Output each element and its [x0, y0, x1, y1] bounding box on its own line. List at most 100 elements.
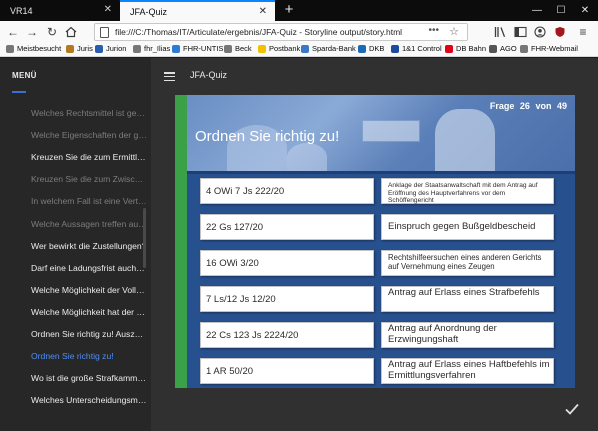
green-accent-bar [175, 95, 187, 388]
menu-item[interactable]: Kreuzen Sie die zum Zwischenver... [0, 169, 151, 191]
bookmark-item[interactable]: Beck [224, 44, 252, 53]
maximize-button[interactable]: ☐ [550, 0, 572, 21]
bookmark-item[interactable]: AGO [489, 44, 517, 53]
menu-item[interactable]: In welchem Fall ist eine Vertretun... [0, 191, 151, 213]
menu-item-label: Ordnen Sie richtig zu! Auszüge au... [31, 329, 147, 339]
dkb-icon [358, 44, 366, 53]
menu-item[interactable]: Ordnen Sie richtig zu! Auszüge au... [0, 324, 151, 346]
menu-item[interactable]: Welche Eigenschaften der großen... [0, 125, 151, 147]
mail-icon [520, 44, 528, 53]
card-label: Antrag auf Anordnung der Erzwingungshaft [388, 323, 497, 345]
slide-title: Ordnen Sie richtig zu! [195, 128, 340, 145]
counter-current: 26 [519, 101, 530, 111]
counter-total: 49 [556, 101, 567, 111]
submit-check-icon[interactable] [563, 400, 581, 418]
header-divider [187, 171, 575, 174]
bookmarks-toolbar: Meistbesucht Juris Jurion fhr_Ilias FHR-… [0, 43, 598, 57]
menu-item[interactable]: Welches Rechtsmittel ist gegen d... [0, 103, 151, 125]
menu-item[interactable]: Welches Unterscheidungsmerkm... [0, 390, 151, 412]
bookmark-item[interactable]: FHR-UNTIS [172, 44, 223, 53]
menu-scrollbar[interactable] [143, 208, 146, 268]
card-label: 4 OWi 7 Js 222/20 [206, 186, 285, 197]
back-arrow-icon[interactable]: ← [5, 24, 21, 40]
card-label: Antrag auf Erlass eines Haftbefehls im E… [388, 359, 550, 381]
gear-icon [6, 44, 14, 53]
drop-target-procedure[interactable]: Antrag auf Anordnung der Erzwingungshaft [381, 322, 554, 348]
menu-item[interactable]: Darf eine Ladungsfrist auch an ei... [0, 258, 151, 280]
drag-card-case-number[interactable]: 22 Gs 127/20 [200, 214, 374, 240]
menu-item[interactable]: Welche Möglichkeit der Vollstrec... [0, 280, 151, 302]
course-title: JFA-Quiz [190, 70, 228, 80]
bookmark-item[interactable]: Meistbesucht [6, 44, 61, 53]
bookmark-item[interactable]: fhr_Ilias [133, 44, 170, 53]
bookmark-star-icon[interactable]: ☆ [449, 25, 459, 38]
account-icon[interactable] [532, 24, 548, 40]
menu-item-label: Wer bewirkt die Zustellungen? [31, 240, 147, 251]
minimize-button[interactable]: — [526, 0, 548, 21]
bookmark-item[interactable]: DKB [358, 44, 384, 53]
bookmark-item[interactable]: Postbank [258, 44, 300, 53]
drag-card-case-number[interactable]: 22 Cs 123 Js 2224/20 [200, 322, 374, 348]
menu-item[interactable]: Wer bewirkt die Zustellungen? [0, 236, 151, 258]
drop-target-procedure[interactable]: Antrag auf Erlass eines Strafbefehls [381, 286, 554, 312]
card-label: 22 Cs 123 Js 2224/20 [206, 330, 299, 341]
card-label: 22 Gs 127/20 [206, 222, 264, 233]
drop-target-procedure[interactable]: Anklage der Staatsanwaltschaft mit dem A… [381, 178, 554, 204]
tab-label: VR14 [10, 5, 33, 16]
drag-card-case-number[interactable]: 16 OWi 3/20 [200, 250, 374, 276]
bookmark-item[interactable]: FHR-Webmail [520, 44, 578, 53]
menu-title: MENÜ [12, 71, 37, 80]
menu-item[interactable]: Welche Möglichkeit hat der Besc... [0, 302, 151, 324]
jurion-icon [95, 44, 103, 53]
tab-jfa-quiz[interactable]: JFA-Quiz ✕ [120, 0, 275, 21]
tab-label: JFA-Quiz [130, 6, 168, 17]
drag-card-case-number[interactable]: 4 OWi 7 Js 222/20 [200, 178, 374, 204]
menu-item-label: Welche Möglichkeit der Vollstrec... [31, 284, 147, 295]
menu-accent-bar [12, 91, 26, 93]
menu-item-label: Wo ist die große Strafkammer als ... [31, 373, 147, 384]
drop-target-procedure[interactable]: Rechtshilfeersuchen eines anderen Gerich… [381, 250, 554, 276]
card-label: 1 AR 50/20 [206, 366, 254, 377]
menu-item[interactable]: Wo ist die große Strafkammer als ... [0, 368, 151, 390]
menu-item-label: Ordnen Sie richtig zu! [31, 351, 114, 362]
bookmark-item[interactable]: Juris [66, 44, 93, 53]
bookmark-item[interactable]: Sparda-Bank [301, 44, 356, 53]
extension-ublock-icon[interactable] [552, 24, 568, 40]
drag-card-case-number[interactable]: 1 AR 50/20 [200, 358, 374, 384]
card-label: 16 OWi 3/20 [206, 258, 259, 269]
menu-item-label: Kreuzen Sie die zum Zwischenver... [31, 174, 147, 185]
forward-arrow-icon[interactable]: → [24, 24, 40, 40]
home-icon[interactable] [63, 24, 79, 40]
counter-prefix: Frage [489, 101, 515, 111]
card-label: Rechtshilfeersuchen eines anderen Gerich… [388, 253, 542, 271]
menu-toggle-icon[interactable] [164, 72, 175, 82]
url-bar[interactable]: file:///C:/Thomas/IT/Articulate/ergebnis… [94, 23, 468, 41]
browser-tab-bar: VR14 ✕ JFA-Quiz ✕ + — ☐ ✕ [0, 0, 598, 21]
hamburger-menu-icon[interactable]: ≡ [575, 24, 591, 40]
course-menu-sidebar: MENÜ Welches Rechtsmittel ist gegen d...… [0, 58, 151, 431]
one-and-one-icon [391, 44, 399, 53]
menu-item-label: Welche Aussagen treffen auf die ... [31, 218, 147, 229]
bookmark-item[interactable]: 1&1 Control [391, 44, 442, 53]
drop-target-procedure[interactable]: Einspruch gegen Bußgeldbescheid [381, 214, 554, 240]
menu-item-label: Welches Rechtsmittel ist gegen d... [31, 108, 147, 118]
drop-target-procedure[interactable]: Antrag auf Erlass eines Haftbefehls im E… [381, 358, 554, 384]
question-counter: Frage 26 von 49 [487, 101, 567, 111]
menu-item[interactable]: Welche Aussagen treffen auf die ... [0, 214, 151, 236]
bookmark-item[interactable]: DB Bahn [445, 44, 486, 53]
db-icon [445, 44, 453, 53]
library-icon[interactable] [492, 24, 508, 40]
reload-icon[interactable]: ↻ [44, 24, 60, 40]
close-icon[interactable]: ✕ [104, 4, 112, 16]
sidebar-toggle-icon[interactable] [512, 24, 528, 40]
bookmark-item[interactable]: Jurion [95, 44, 126, 53]
menu-item[interactable]: Kreuzen Sie die zum Ermittlungsv... [0, 147, 151, 169]
folder-icon [133, 44, 141, 53]
close-window-button[interactable]: ✕ [574, 0, 596, 21]
menu-item[interactable]: Ordnen Sie richtig zu! [0, 346, 151, 368]
drag-card-case-number[interactable]: 7 Ls/12 Js 12/20 [200, 286, 374, 312]
page-actions-icon[interactable]: ••• [428, 25, 439, 36]
close-icon[interactable]: ✕ [259, 6, 267, 18]
tab-vr14[interactable]: VR14 ✕ [0, 0, 120, 21]
new-tab-button[interactable]: + [279, 0, 299, 21]
